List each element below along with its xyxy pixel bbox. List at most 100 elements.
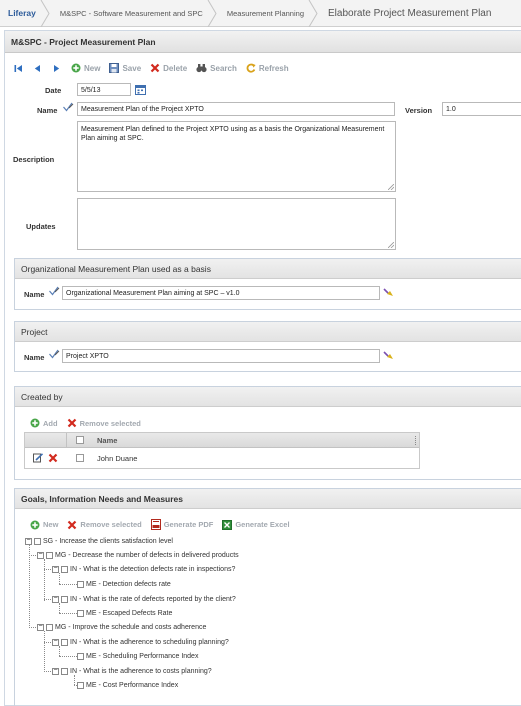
project-title: Project — [15, 322, 521, 342]
node-checkbox[interactable] — [46, 623, 53, 631]
row-checkbox[interactable] — [76, 454, 84, 462]
add-label: Add — [43, 418, 58, 428]
collapse-icon[interactable]: − — [25, 537, 32, 545]
tree-node[interactable]: ME - Escaped Defects Rate — [77, 607, 172, 619]
delete-label: Delete — [163, 63, 188, 73]
delete-row-icon[interactable] — [48, 453, 58, 463]
previous-record-icon[interactable] — [33, 64, 42, 73]
tree-node[interactable]: − IN - What is the adherence to costs pla… — [52, 665, 212, 677]
calendar-icon[interactable] — [135, 84, 146, 95]
goals-title: Goals, Information Needs and Measures — [15, 489, 521, 509]
tree-node-label: MG - Decrease the number of defects in d… — [55, 551, 239, 559]
breadcrumb-item-liferay[interactable]: Liferay — [0, 0, 50, 27]
project-name-field[interactable]: Project XPTO — [62, 349, 380, 363]
collapse-icon[interactable]: − — [37, 623, 44, 631]
save-icon — [109, 63, 120, 73]
tree-node[interactable]: − MG - Improve the schedule and costs adh… — [37, 621, 206, 633]
required-edit-icon — [63, 102, 74, 112]
save-label: Save — [122, 63, 142, 73]
node-checkbox[interactable] — [46, 551, 53, 559]
tree-node-label: IN - What is the adherence to costs plan… — [70, 667, 212, 675]
resize-handle-icon[interactable] — [388, 184, 394, 190]
excel-label: Generate Excel — [235, 520, 290, 529]
created-by-title: Created by — [15, 387, 521, 407]
tree-node-label: ME - Detection defects rate — [86, 580, 171, 588]
required-edit-icon — [49, 349, 60, 359]
node-checkbox[interactable] — [77, 652, 84, 660]
node-checkbox[interactable] — [77, 580, 84, 588]
updates-label: Updates — [26, 222, 56, 231]
table-row[interactable]: John Duane — [25, 448, 419, 468]
collapse-icon[interactable]: − — [52, 667, 59, 675]
delete-icon — [150, 63, 160, 73]
required-edit-icon — [49, 286, 60, 296]
tree-node[interactable]: ME - Cost Performance Index — [77, 679, 178, 691]
version-field[interactable]: 1.0 — [442, 102, 521, 116]
edit-row-icon[interactable] — [33, 453, 44, 463]
collapse-icon[interactable]: − — [37, 551, 44, 559]
node-checkbox[interactable] — [61, 667, 68, 675]
first-record-icon[interactable] — [14, 64, 23, 73]
add-creator-button[interactable]: Add — [30, 418, 58, 428]
next-record-icon[interactable] — [52, 64, 61, 73]
column-name-header[interactable]: Name — [93, 436, 117, 445]
binoculars-icon — [196, 64, 207, 73]
lookup-icon[interactable] — [383, 288, 394, 298]
search-button[interactable]: Search — [196, 63, 237, 73]
node-checkbox[interactable] — [77, 681, 84, 689]
collapse-icon[interactable]: − — [52, 565, 59, 573]
tree-node[interactable]: − IN - What is the rate of defects report… — [52, 593, 236, 605]
org-plan-name-field[interactable]: Organizational Measurement Plan aiming a… — [62, 286, 380, 300]
generate-pdf-button[interactable]: Generate PDF — [150, 519, 213, 530]
new-goal-button[interactable]: New — [30, 520, 58, 530]
resize-handle-icon[interactable] — [388, 242, 394, 248]
select-all-checkbox[interactable] — [76, 436, 84, 444]
add-icon — [30, 418, 40, 428]
pdf-icon — [150, 519, 161, 530]
breadcrumb-item-current: Elaborate Project Measurement Plan — [318, 0, 505, 27]
node-checkbox[interactable] — [34, 537, 41, 545]
tree-node-label: SG - Increase the clients satisfaction l… — [43, 537, 173, 545]
node-checkbox[interactable] — [61, 638, 68, 646]
description-textarea[interactable]: Measurement Plan defined to the Project … — [77, 121, 396, 192]
excel-icon — [222, 519, 233, 530]
generate-excel-button[interactable]: Generate Excel — [222, 519, 290, 530]
plan-name-field[interactable]: Measurement Plan of the Project XPTO — [77, 102, 395, 116]
node-checkbox[interactable] — [77, 609, 84, 617]
breadcrumb-label: Elaborate Project Measurement Plan — [328, 7, 492, 19]
delete-button[interactable]: Delete — [150, 63, 187, 73]
tree-node[interactable]: ME - Detection defects rate — [77, 578, 171, 590]
tree-node-label: IN - What is the rate of defects reporte… — [70, 595, 236, 603]
name-label: Name — [37, 106, 58, 115]
remove-selected-goals-button[interactable]: Remove selected — [67, 520, 142, 530]
updates-textarea[interactable] — [77, 198, 396, 250]
main-toolbar: New Save Delete Search Refresh — [14, 62, 298, 74]
project-name-label: Name — [24, 353, 45, 362]
tree-node[interactable]: ME - Scheduling Performance Index — [77, 650, 198, 662]
breadcrumb-separator-icon — [207, 0, 217, 27]
panel-title: M&SPC - Project Measurement Plan — [5, 31, 521, 53]
remove-selected-button[interactable]: Remove selected — [67, 418, 141, 428]
collapse-icon[interactable]: − — [52, 638, 59, 646]
collapse-icon[interactable]: − — [52, 595, 59, 603]
tree-node-label: ME - Scheduling Performance Index — [86, 652, 199, 660]
lookup-icon[interactable] — [383, 351, 394, 361]
new-button[interactable]: New — [71, 63, 100, 73]
tree-node[interactable]: − IN - What is the adherence to schedulin… — [52, 636, 229, 648]
date-field[interactable]: 5/5/13 — [77, 83, 131, 96]
breadcrumb-item-planning[interactable]: Measurement Planning — [217, 0, 318, 27]
tree-node-label: MG - Improve the schedule and costs adhe… — [55, 623, 207, 631]
tree-node-label: ME - Cost Performance Index — [86, 681, 179, 689]
save-button[interactable]: Save — [109, 63, 141, 73]
refresh-button[interactable]: Refresh — [246, 63, 289, 73]
tree-node[interactable]: − MG - Decrease the number of defects in … — [37, 549, 239, 561]
refresh-icon — [246, 63, 256, 73]
delete-icon — [67, 418, 76, 428]
breadcrumb-item-mspc[interactable]: M&SPC - Software Measurement and SPC — [50, 0, 217, 27]
node-checkbox[interactable] — [61, 565, 68, 573]
tree-node[interactable]: − IN - What is the detection defects rate… — [52, 563, 235, 575]
date-label: Date — [45, 86, 62, 95]
node-checkbox[interactable] — [61, 595, 68, 603]
tree-node[interactable]: − SG - Increase the clients satisfaction … — [25, 535, 173, 547]
description-label: Description — [13, 155, 55, 164]
